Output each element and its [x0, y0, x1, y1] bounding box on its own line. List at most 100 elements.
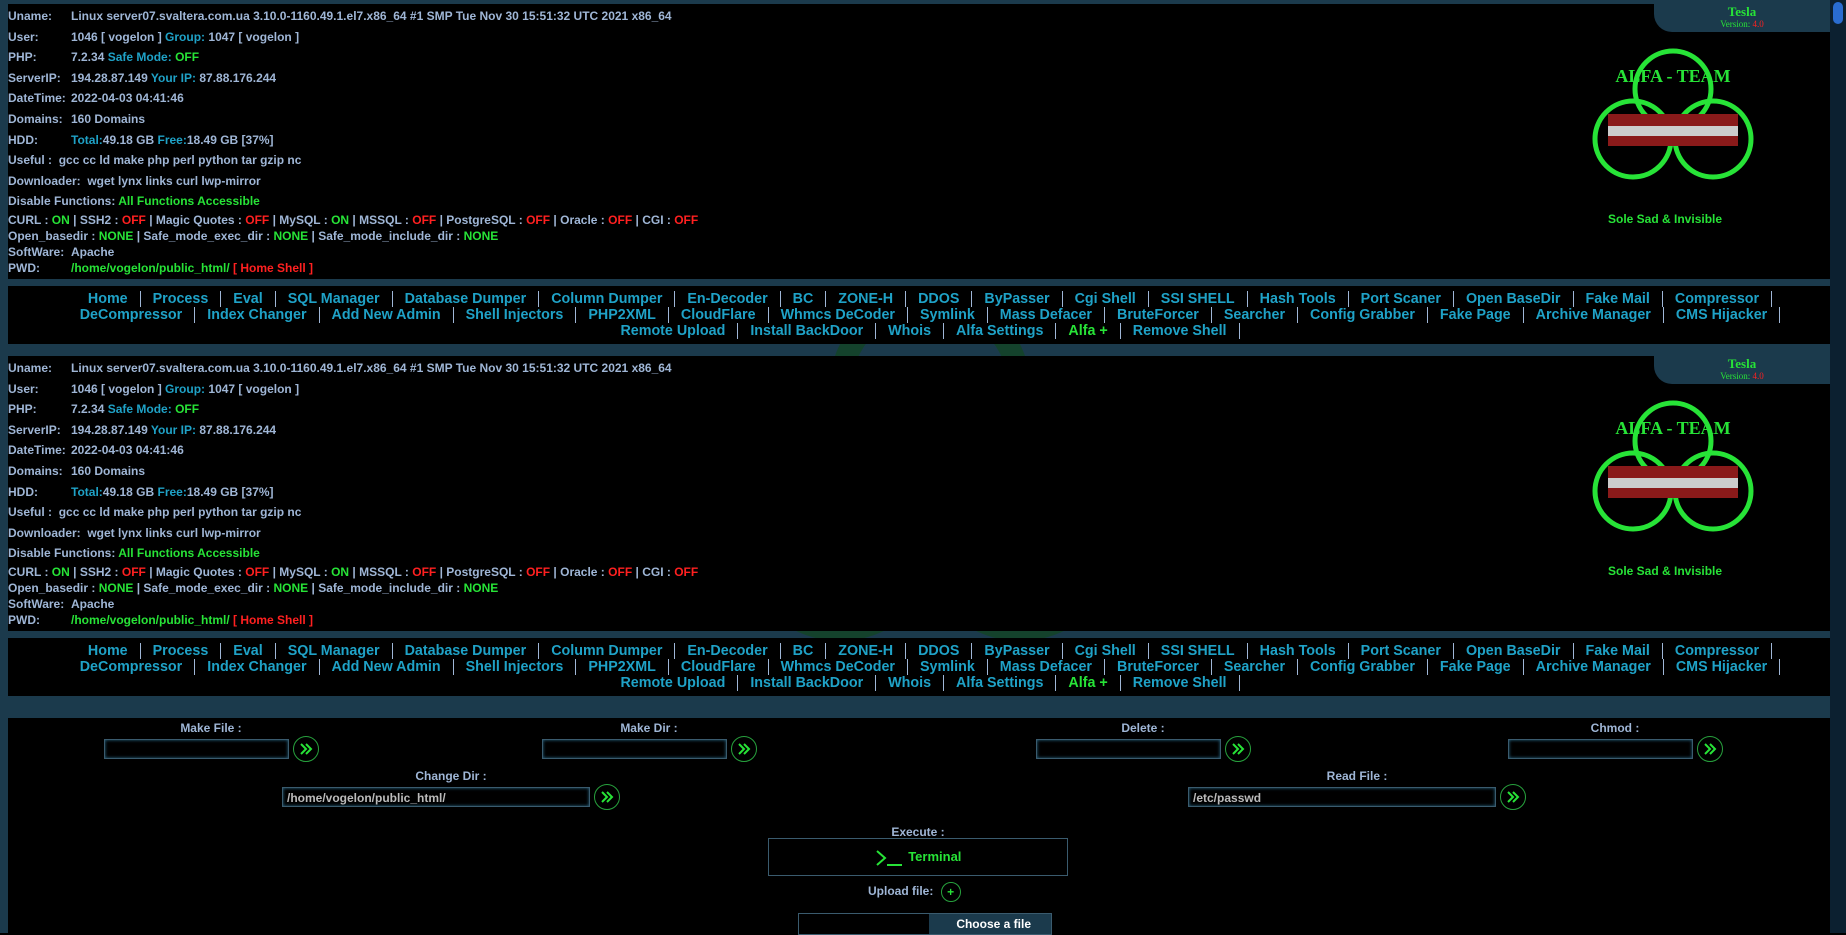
menu-item-open-basedir[interactable]: Open BaseDir	[1454, 291, 1574, 307]
change-dir-submit-icon[interactable]	[594, 784, 620, 810]
delete-input[interactable]	[1035, 739, 1221, 759]
menu-item-alfa-settings[interactable]: Alfa Settings	[944, 675, 1057, 691]
menu-item-port-scaner[interactable]: Port Scaner	[1349, 291, 1454, 307]
read-file-input[interactable]: /etc/passwd	[1188, 787, 1496, 807]
menu-item-zone-h[interactable]: ZONE-H	[826, 291, 907, 307]
menu-item-fake-page[interactable]: Fake Page	[1428, 307, 1524, 323]
menu-item-add-new-admin[interactable]: Add New Admin	[320, 659, 454, 675]
scrollbar-thumb[interactable]	[1833, 2, 1843, 24]
menu-item-column-dumper[interactable]: Column Dumper	[539, 643, 676, 659]
menu-item-hash-tools[interactable]: Hash Tools	[1248, 291, 1349, 307]
menu-item-eval[interactable]: Eval	[221, 643, 276, 659]
menu-item-cgi-shell[interactable]: Cgi Shell	[1063, 291, 1149, 307]
menu-item-symlink[interactable]: Symlink	[908, 659, 988, 675]
make-dir-input[interactable]	[541, 739, 727, 759]
menu-item-bruteforcer[interactable]: BruteForcer	[1105, 307, 1212, 323]
menu-item-index-changer[interactable]: Index Changer	[195, 659, 320, 675]
menu-item-decompressor[interactable]: DeCompressor	[68, 659, 196, 675]
menu-item-archive-manager[interactable]: Archive Manager	[1524, 659, 1664, 675]
menu-item-open-basedir[interactable]: Open BaseDir	[1454, 643, 1574, 659]
menu-item-cloudflare[interactable]: CloudFlare	[669, 307, 769, 323]
menu-item-remote-upload[interactable]: Remote Upload	[608, 675, 739, 691]
menu-item-remote-upload[interactable]: Remote Upload	[608, 323, 739, 339]
menu-item-cms-hijacker[interactable]: CMS Hijacker	[1664, 659, 1781, 675]
change-dir-input[interactable]: /home/vogelon/public_html/	[282, 787, 590, 807]
read-file-submit-icon[interactable]	[1500, 784, 1526, 810]
home-shell-link[interactable]: [ Home Shell ]	[233, 613, 313, 627]
menu-item-fake-mail[interactable]: Fake Mail	[1574, 291, 1663, 307]
menu-item-cgi-shell[interactable]: Cgi Shell	[1063, 643, 1149, 659]
menu-item-database-dumper[interactable]: Database Dumper	[393, 643, 540, 659]
menu-item-shell-injectors[interactable]: Shell Injectors	[454, 307, 577, 323]
menu-item-alfa-settings[interactable]: Alfa Settings	[944, 323, 1057, 339]
chmod-input[interactable]	[1507, 739, 1693, 759]
delete-submit-icon[interactable]	[1224, 736, 1251, 762]
menu-item-searcher[interactable]: Searcher	[1212, 307, 1299, 323]
menu-item-home[interactable]: Home	[76, 291, 141, 307]
make-dir-submit-icon[interactable]	[730, 736, 757, 762]
pwd-link[interactable]: /home/vogelon/public_html/	[71, 261, 230, 275]
menu-item-config-grabber[interactable]: Config Grabber	[1298, 307, 1428, 323]
menu-item-bc[interactable]: BC	[781, 643, 827, 659]
add-upload-icon[interactable]: +	[940, 882, 961, 902]
menu-item-install-backdoor[interactable]: Install BackDoor	[738, 675, 877, 691]
menu-item-mass-defacer[interactable]: Mass Defacer	[988, 307, 1105, 323]
menu-item-whois[interactable]: Whois	[876, 675, 945, 691]
menu-item-hash-tools[interactable]: Hash Tools	[1248, 643, 1349, 659]
menu-item-alfa[interactable]: Alfa +	[1056, 323, 1121, 339]
make-file-submit-icon[interactable]	[292, 736, 319, 762]
chmod-submit-icon[interactable]	[1696, 736, 1723, 762]
menu-item-ssi-shell[interactable]: SSI SHELL	[1149, 291, 1248, 307]
menu-item-compressor[interactable]: Compressor	[1663, 291, 1773, 307]
choose-file-button[interactable]: Choose a file	[929, 914, 1051, 934]
menu-item-ssi-shell[interactable]: SSI SHELL	[1149, 643, 1248, 659]
menu-item-bypasser[interactable]: ByPasser	[972, 291, 1063, 307]
menu-item-sql-manager[interactable]: SQL Manager	[276, 291, 393, 307]
menu-item-add-new-admin[interactable]: Add New Admin	[320, 307, 454, 323]
menu-item-bruteforcer[interactable]: BruteForcer	[1105, 659, 1212, 675]
menu-item-en-decoder[interactable]: En-Decoder	[675, 291, 781, 307]
menu-item-searcher[interactable]: Searcher	[1212, 659, 1299, 675]
menu-item-bypasser[interactable]: ByPasser	[972, 643, 1063, 659]
menu-item-whmcs-decoder[interactable]: Whmcs DeCoder	[769, 659, 908, 675]
menu-item-en-decoder[interactable]: En-Decoder	[675, 643, 781, 659]
menu-item-whois[interactable]: Whois	[876, 323, 945, 339]
menu-item-column-dumper[interactable]: Column Dumper	[539, 291, 676, 307]
menu-item-cloudflare[interactable]: CloudFlare	[669, 659, 769, 675]
terminal-button[interactable]: Terminal	[768, 838, 1068, 876]
menu-item-remove-shell[interactable]: Remove Shell	[1121, 675, 1240, 691]
menu-item-mass-defacer[interactable]: Mass Defacer	[988, 659, 1105, 675]
file-chooser[interactable]: Choose a file	[798, 913, 1052, 935]
menu-item-alfa[interactable]: Alfa +	[1056, 675, 1121, 691]
pwd-link[interactable]: /home/vogelon/public_html/	[71, 613, 230, 627]
menu-item-archive-manager[interactable]: Archive Manager	[1524, 307, 1664, 323]
menu-item-home[interactable]: Home	[76, 643, 141, 659]
menu-item-fake-mail[interactable]: Fake Mail	[1574, 643, 1663, 659]
menu-item-config-grabber[interactable]: Config Grabber	[1298, 659, 1428, 675]
menu-item-php2xml[interactable]: PHP2XML	[576, 659, 669, 675]
menu-item-eval[interactable]: Eval	[221, 291, 276, 307]
menu-item-bc[interactable]: BC	[781, 291, 827, 307]
menu-item-whmcs-decoder[interactable]: Whmcs DeCoder	[769, 307, 908, 323]
home-shell-link[interactable]: [ Home Shell ]	[233, 261, 313, 275]
make-file-input[interactable]	[103, 739, 289, 759]
menu-item-zone-h[interactable]: ZONE-H	[826, 643, 907, 659]
menu-item-fake-page[interactable]: Fake Page	[1428, 659, 1524, 675]
menu-item-cms-hijacker[interactable]: CMS Hijacker	[1664, 307, 1781, 323]
menu-item-sql-manager[interactable]: SQL Manager	[276, 643, 393, 659]
menu-item-remove-shell[interactable]: Remove Shell	[1121, 323, 1240, 339]
menu-item-process[interactable]: Process	[141, 643, 222, 659]
menu-item-index-changer[interactable]: Index Changer	[195, 307, 320, 323]
menu-item-decompressor[interactable]: DeCompressor	[68, 307, 196, 323]
menu-item-ddos[interactable]: DDOS	[906, 643, 973, 659]
menu-item-install-backdoor[interactable]: Install BackDoor	[738, 323, 877, 339]
menu-item-symlink[interactable]: Symlink	[908, 307, 988, 323]
menu-item-database-dumper[interactable]: Database Dumper	[393, 291, 540, 307]
menu-item-compressor[interactable]: Compressor	[1663, 643, 1773, 659]
menu-item-ddos[interactable]: DDOS	[906, 291, 973, 307]
menu-item-process[interactable]: Process	[141, 291, 222, 307]
menu-item-port-scaner[interactable]: Port Scaner	[1349, 643, 1454, 659]
menu-item-php2xml[interactable]: PHP2XML	[576, 307, 669, 323]
vertical-scrollbar[interactable]	[1830, 0, 1846, 933]
menu-item-shell-injectors[interactable]: Shell Injectors	[454, 659, 577, 675]
